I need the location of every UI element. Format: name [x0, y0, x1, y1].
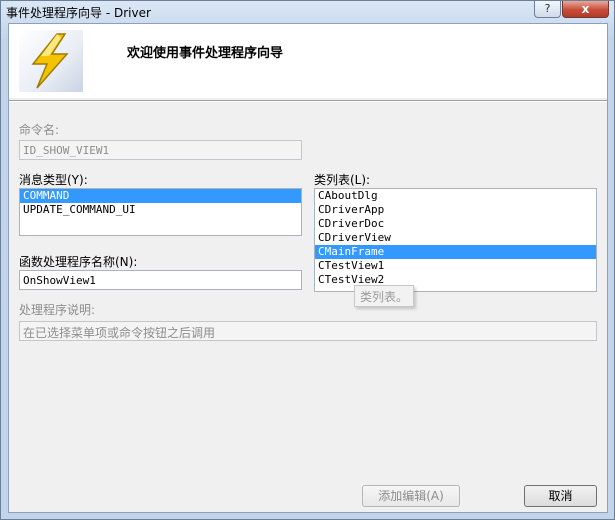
class-list-tooltip: 类列表。 — [354, 285, 414, 307]
list-item[interactable]: COMMAND — [20, 189, 301, 203]
list-item[interactable]: CAboutDlg — [315, 189, 596, 203]
message-type-list[interactable]: COMMAND UPDATE_COMMAND_UI — [19, 188, 302, 236]
close-button[interactable]: x — [562, 1, 609, 18]
handler-name-input[interactable]: OnShowView1 — [19, 270, 302, 290]
list-item[interactable]: CMainFrame — [315, 245, 596, 259]
title-bar[interactable]: 事件处理程序向导 - Driver ? x — [1, 1, 614, 23]
class-list-label: 类列表(L): — [314, 173, 371, 187]
header-banner: 欢迎使用事件处理程序向导 — [9, 24, 607, 98]
wizard-title: 欢迎使用事件处理程序向导 — [127, 46, 284, 61]
list-item[interactable]: CDriverDoc — [315, 217, 596, 231]
list-item[interactable]: CDriverApp — [315, 203, 596, 217]
dialog-client: 欢迎使用事件处理程序向导 命令名: ID_SHOW_VIEW1 消息类型(Y):… — [8, 23, 608, 513]
class-list[interactable]: CAboutDlg CDriverApp CDriverDoc CDriverV… — [314, 188, 597, 292]
lightning-bolt-icon — [19, 30, 83, 92]
command-name-field: ID_SHOW_VIEW1 — [19, 140, 302, 160]
handler-name-label: 函数处理程序名称(N): — [19, 255, 138, 269]
list-item[interactable]: UPDATE_COMMAND_UI — [20, 203, 301, 217]
message-type-label: 消息类型(Y): — [19, 173, 88, 187]
command-name-label: 命令名: — [19, 123, 60, 137]
list-item[interactable]: CDriverView — [315, 231, 596, 245]
window-title: 事件处理程序向导 - Driver — [6, 6, 151, 20]
header-divider — [9, 100, 607, 102]
wizard-window: 事件处理程序向导 - Driver ? x 欢迎使用事件处理程序向导 命令名: … — [0, 0, 615, 520]
list-item[interactable]: CTestView1 — [315, 259, 596, 273]
cancel-button[interactable]: 取消 — [524, 485, 597, 507]
help-button[interactable]: ? — [534, 1, 561, 18]
description-label: 处理程序说明: — [19, 303, 96, 317]
description-field: 在已选择菜单项或命令按钮之后调用 — [19, 321, 597, 341]
add-edit-button: 添加编辑(A) — [362, 485, 460, 507]
